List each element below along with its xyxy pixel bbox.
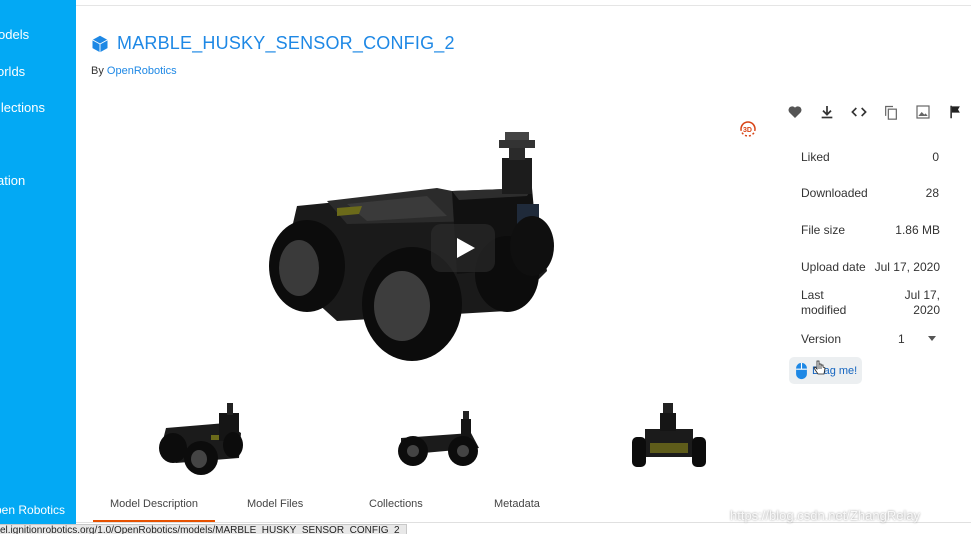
chevron-down-icon[interactable] xyxy=(928,336,936,341)
sidebar-item-collections[interactable]: llections xyxy=(0,100,45,115)
upload-date-label: Upload date xyxy=(801,260,866,274)
code-icon xyxy=(851,107,867,117)
sidebar-item-worlds[interactable]: orlds xyxy=(0,64,25,79)
tab-metadata[interactable]: Metadata xyxy=(494,498,540,510)
mouse-icon xyxy=(796,362,807,379)
filesize-value: 1.86 MB xyxy=(895,223,940,237)
play-button[interactable] xyxy=(431,224,495,272)
thumbnail-1[interactable] xyxy=(131,393,285,481)
image-icon xyxy=(916,105,930,119)
thumbnail-3[interactable] xyxy=(590,393,744,481)
svg-text:3D: 3D xyxy=(743,127,752,134)
thumbnail-image xyxy=(159,403,243,475)
tab-model-description[interactable]: Model Description xyxy=(110,498,198,510)
copy-button[interactable] xyxy=(881,102,901,122)
3d-view-icon[interactable]: 3D xyxy=(737,118,759,140)
filesize-label: File size xyxy=(801,223,846,237)
copy-icon xyxy=(885,105,897,120)
model-title-row: MARBLE_HUSKY_SENSOR_CONFIG_2 xyxy=(91,33,455,54)
version-label: Version xyxy=(801,332,842,346)
sidebar-footer-owner[interactable]: pen Robotics xyxy=(0,503,65,517)
last-modified-value-2: 2020 xyxy=(913,303,940,317)
heart-icon xyxy=(788,106,802,118)
gallery-button[interactable] xyxy=(913,102,933,122)
page-title: MARBLE_HUSKY_SENSOR_CONFIG_2 xyxy=(117,33,455,53)
tab-collections[interactable]: Collections xyxy=(369,498,423,510)
download-icon xyxy=(821,106,833,119)
sidebar-item-organization[interactable]: ation xyxy=(0,173,25,188)
liked-value: 0 xyxy=(932,150,939,164)
owner-link[interactable]: OpenRobotics xyxy=(107,65,177,77)
hand-cursor-icon xyxy=(813,360,826,375)
app-window: odels orlds llections ation pen Robotics… xyxy=(0,0,971,534)
upload-date-value: Jul 17, 2020 xyxy=(874,260,940,274)
model-byline: By OpenRobotics xyxy=(91,65,177,77)
status-bar-url: el.ignitionrobotics.org/1.0/OpenRobotics… xyxy=(0,524,407,534)
play-icon xyxy=(457,238,475,258)
like-button[interactable] xyxy=(785,102,805,122)
download-button[interactable] xyxy=(817,102,837,122)
version-select[interactable]: 1 xyxy=(898,332,905,346)
downloaded-value: 28 xyxy=(925,186,939,200)
thumbnail-image xyxy=(632,403,706,467)
embed-code-button[interactable] xyxy=(849,102,869,122)
report-button[interactable] xyxy=(945,102,965,122)
sidebar-item-models[interactable]: odels xyxy=(0,27,29,42)
last-modified-label-2: modified xyxy=(801,303,847,317)
flag-icon xyxy=(949,105,960,119)
cube-icon xyxy=(92,35,108,52)
tab-model-files[interactable]: Model Files xyxy=(247,498,303,510)
liked-label: Liked xyxy=(801,150,830,164)
watermark: https://blog.csdn.net/ZhangRelay xyxy=(730,508,921,523)
thumbnail-2[interactable] xyxy=(361,393,515,481)
last-modified-value-1: Jul 17, xyxy=(904,288,940,302)
byline-prefix: By xyxy=(91,65,107,77)
sidebar: odels orlds llections ation pen Robotics xyxy=(0,0,76,534)
downloaded-label: Downloaded xyxy=(801,186,868,200)
model-actions xyxy=(785,102,965,122)
last-modified-label-1: Last xyxy=(801,288,824,302)
thumbnail-image xyxy=(398,411,479,466)
